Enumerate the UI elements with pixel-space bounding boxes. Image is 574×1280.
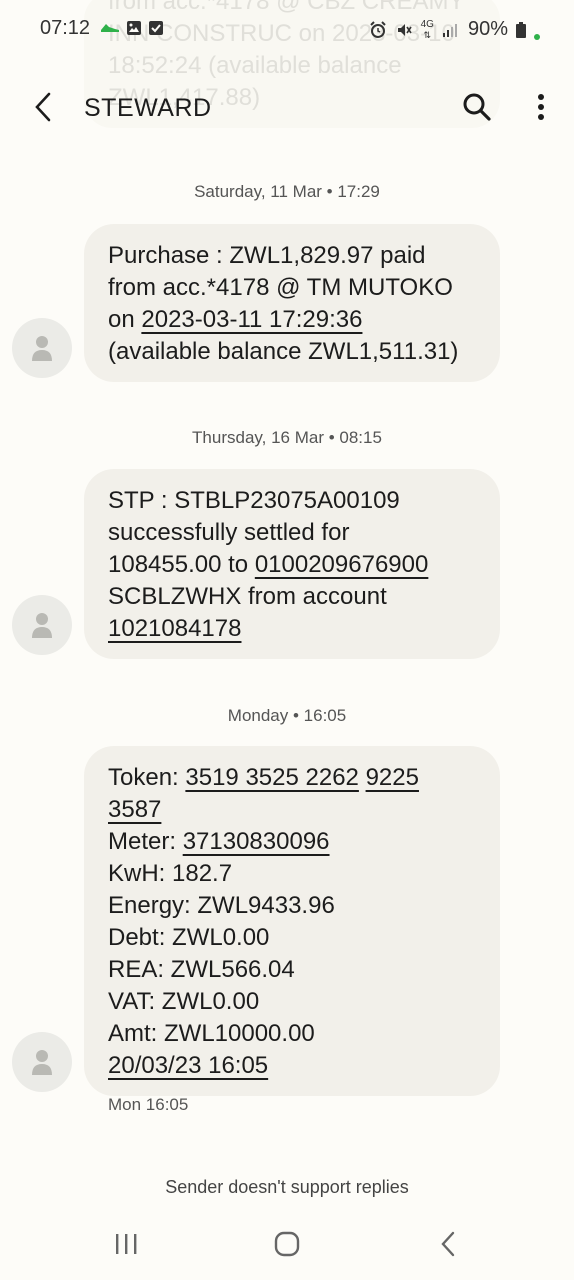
message-line: successfully settled for [108,519,350,546]
message-line: Debt: ZWL0.00 [108,924,270,951]
message-timestamp: Mon 16:05 [108,1095,189,1114]
message-text: on [108,306,142,333]
message-line: STP : STBLP23075A00109 [108,487,400,514]
message-bubble[interactable]: Purchase : ZWL1,829.97 paid from acc.*41… [84,224,500,382]
shoe-icon [101,24,119,32]
message-line: Meter: 37130830096 [108,826,480,858]
more-options-button[interactable] [526,90,556,124]
network-type: 4G [420,18,434,30]
message-bubble[interactable]: Token: 3519 3525 2262 9225 3587 Meter: 3… [84,746,500,1096]
message-line: Purchase : ZWL1,829.97 paid [108,242,426,269]
message-line: 108455.00 to 0100209676900 [108,549,480,581]
message-line: VAT: ZWL0.00 [108,988,260,1015]
no-reply-notice: Sender doesn't support replies [165,1177,409,1197]
battery-icon [516,21,526,38]
message-line: Token: 3519 3525 2262 9225 [108,762,480,794]
conversation-header: STEWARD [0,72,574,144]
avatar[interactable] [12,595,72,655]
home-icon [274,1231,300,1257]
message-line: on 2023-03-11 17:29:36 [108,304,480,336]
home-button[interactable] [267,1228,307,1260]
recents-button[interactable] [106,1228,146,1260]
battery-percent: 90% [467,18,508,40]
message-line: Amt: ZWL10000.00 [108,1020,315,1047]
token-number-link[interactable]: 9225 [366,764,419,791]
phone-number-link[interactable]: 0100209676900 [255,551,429,578]
data-arrows: ⇅ [423,29,432,40]
date-separator: Saturday, 11 Mar • 17:29 [194,182,380,201]
recents-icon [116,1234,137,1254]
message-line: Energy: ZWL9433.96 [108,892,335,919]
date-separator: Monday • 16:05 [227,706,347,725]
person-icon [32,1050,52,1075]
token-number-link[interactable]: 3519 3525 2262 [185,764,359,791]
back-button[interactable] [26,90,60,124]
message-line: REA: ZWL566.04 [108,956,295,983]
token-number-link[interactable]: 3587 [108,796,161,823]
system-navigation-bar [0,1210,574,1280]
more-vert-icon [538,94,544,120]
search-icon [463,93,491,121]
message-text: Token: [108,764,186,791]
message-line: 20/03/23 16:05 [108,1050,480,1082]
message-bubble[interactable]: STP : STBLP23075A00109 successfully sett… [84,469,500,659]
checkbox-icon [149,21,163,35]
message-line: (available balance ZWL1,511.31) [108,338,459,365]
signal-icon [442,23,457,37]
message-line: SCBLZWHX from account [108,583,387,610]
notification-icons [100,20,164,36]
datetime-link[interactable]: 2023-03-11 17:29:36 [141,306,362,333]
message-text: Meter: [108,828,183,855]
system-icons: 4G ⇅ 90% [369,18,540,41]
privacy-indicator-dot [534,33,540,40]
person-icon [32,336,52,361]
status-bar: 07:12 4G ⇅ 90% [0,0,574,60]
nav-back-button[interactable] [428,1228,468,1260]
datetime-link[interactable]: 20/03/23 16:05 [108,1052,268,1079]
contact-name: STEWARD [84,94,212,122]
message-line: KwH: 182.7 [108,860,233,887]
avatar[interactable] [12,1032,72,1092]
person-icon [32,613,52,638]
date-separator: Thursday, 16 Mar • 08:15 [192,428,382,447]
search-button[interactable] [460,90,494,124]
nav-back-icon [441,1231,455,1257]
avatar[interactable] [12,318,72,378]
back-arrow-icon [35,92,51,122]
message-line: 1021084178 [108,613,480,645]
image-icon [127,21,141,35]
network-4g-icon: 4G ⇅ [420,18,434,40]
alarm-icon [369,20,386,38]
message-text: 108455.00 to [108,551,255,578]
message-line: from acc.*4178 @ TM MUTOKO [108,274,453,301]
message-line: 3587 [108,794,480,826]
account-number-link[interactable]: 1021084178 [108,615,241,642]
mute-icon [397,23,412,36]
meter-number-link[interactable]: 37130830096 [183,828,330,855]
status-time: 07:12 [40,17,91,39]
